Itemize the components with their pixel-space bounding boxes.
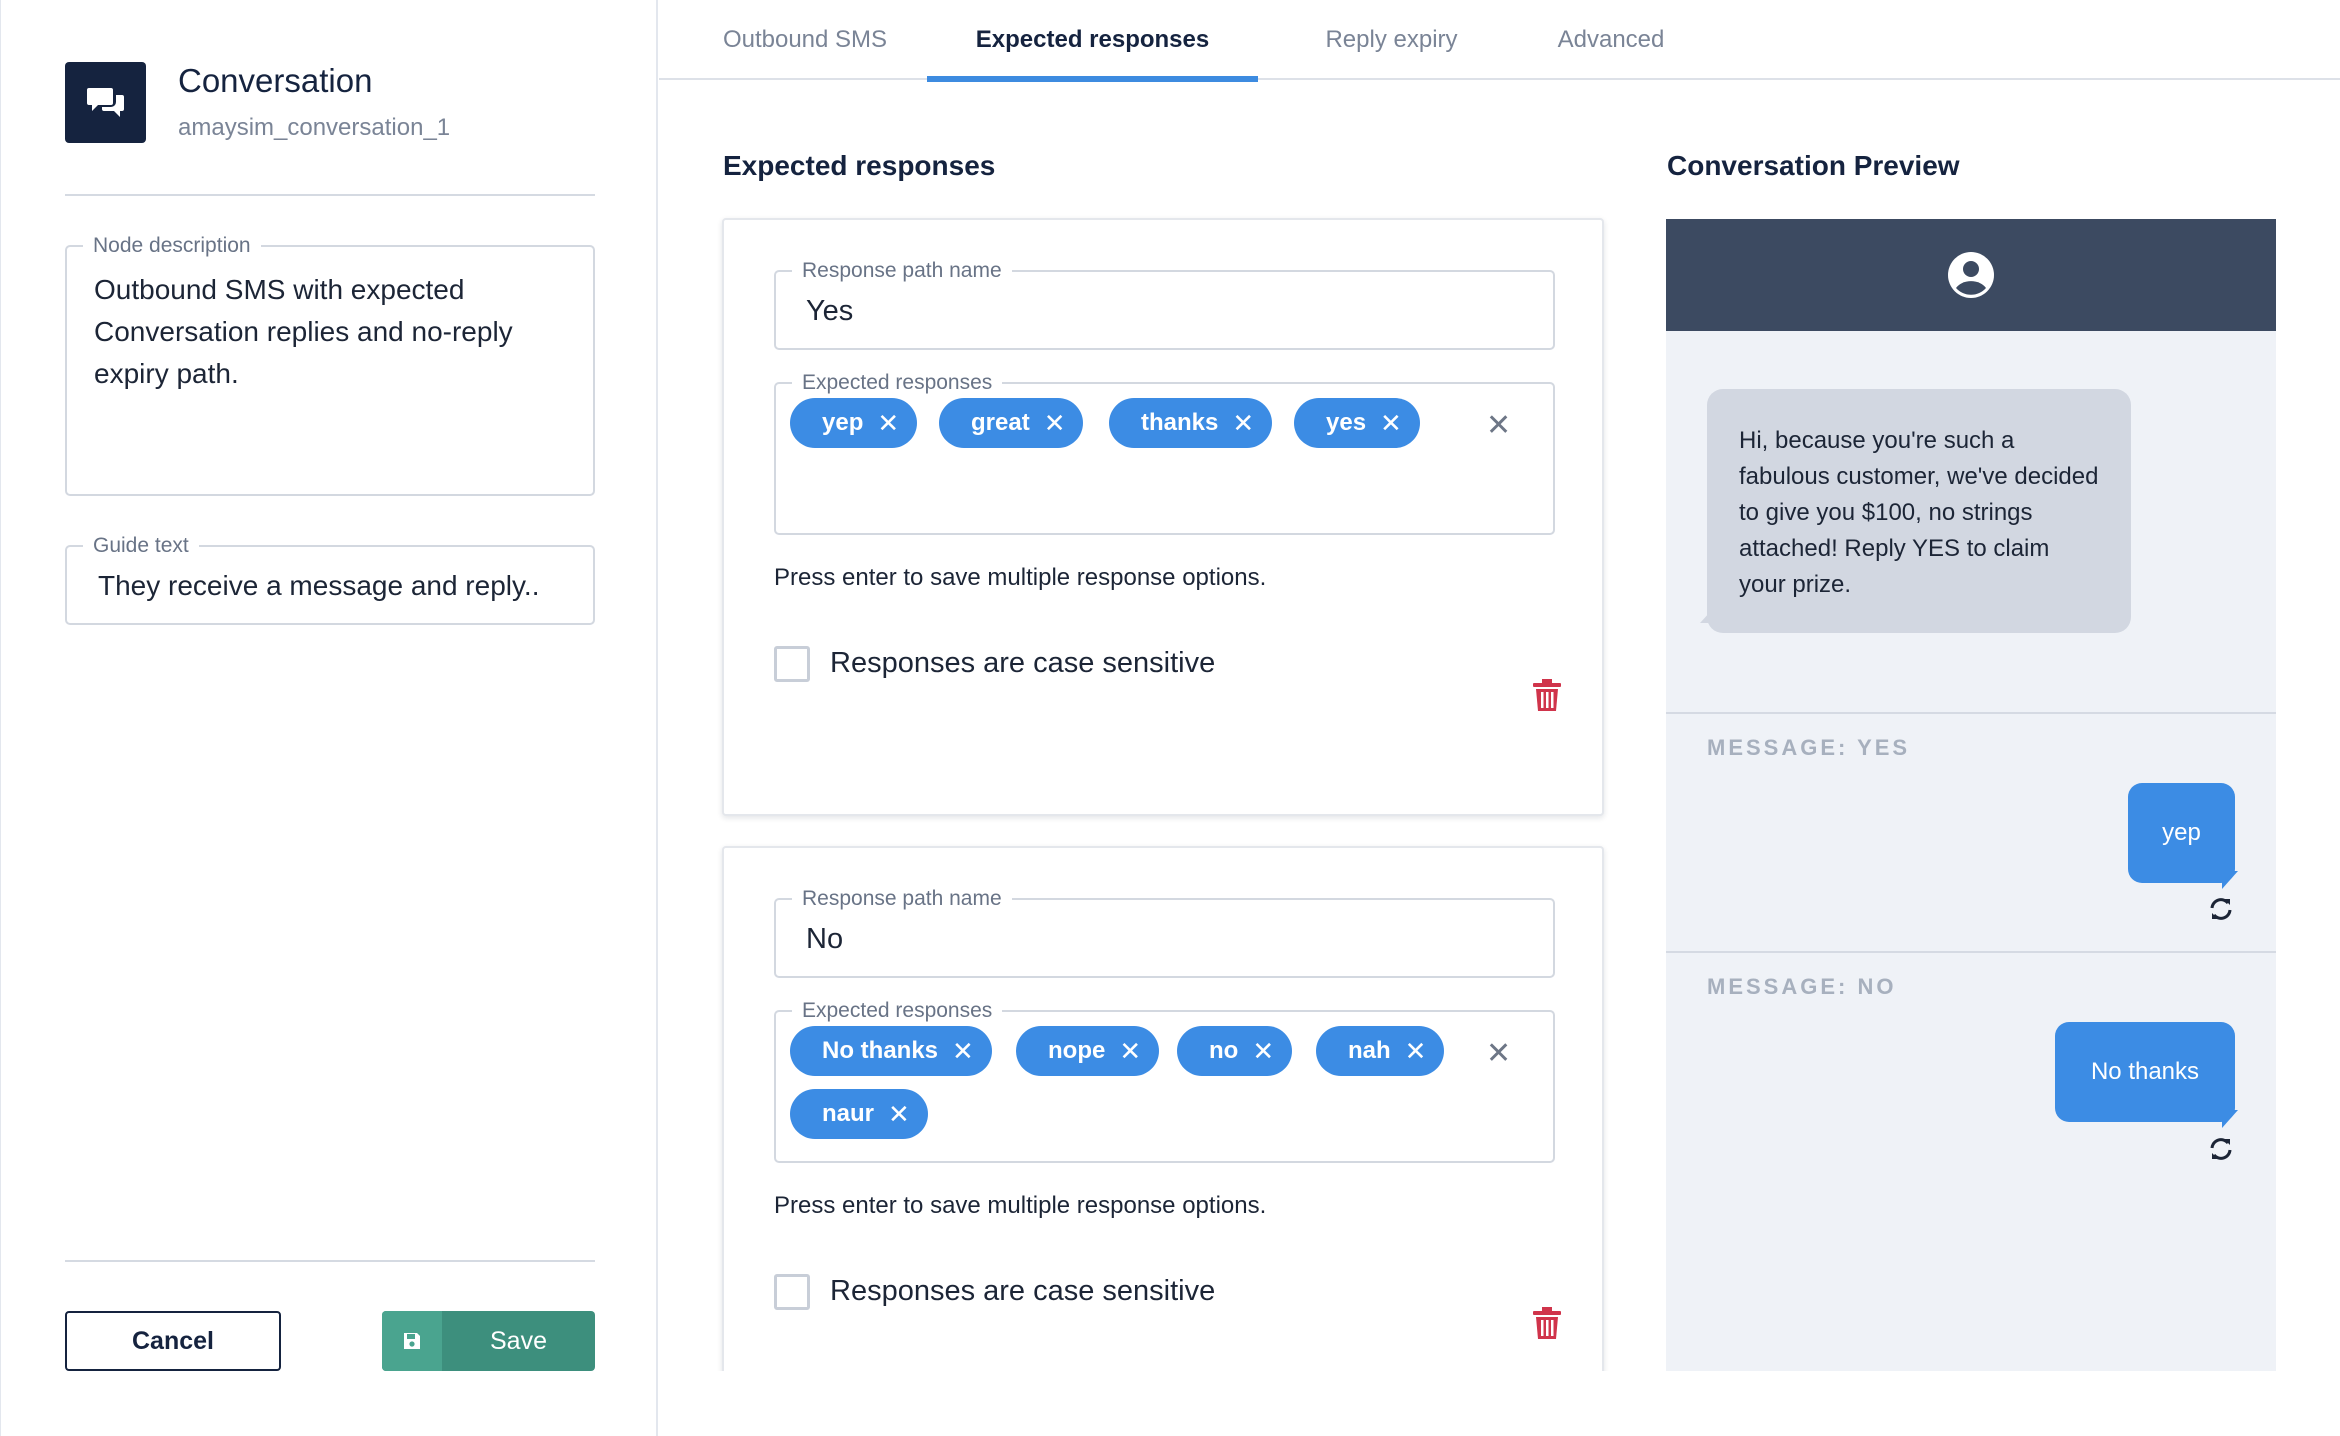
remove-chip-icon[interactable]: ✕ [1380, 410, 1402, 436]
responses-helper-text: Press enter to save multiple response op… [774, 1192, 1267, 1219]
response-chip[interactable]: no ✕ [1177, 1026, 1293, 1076]
content-fade [700, 1371, 1630, 1436]
chip-label: yes [1326, 409, 1367, 436]
tab-bar: Outbound SMS Expected responses Reply ex… [659, 0, 2340, 82]
message-yes-label: MESSAGE: YES [1707, 735, 1911, 760]
response-path-name-field[interactable]: Response path name Yes [774, 258, 1555, 350]
remove-chip-icon[interactable]: ✕ [888, 1101, 910, 1127]
outbound-message-bubble: Hi, because you're such a fabulous custo… [1707, 389, 2131, 633]
expected-responses-field[interactable]: Expected responses No thanks ✕ nope ✕ no ✕ … [774, 998, 1555, 1163]
refresh-icon[interactable] [2207, 895, 2235, 923]
response-path-name-label: Response path name [792, 258, 1012, 284]
chip-label: great [971, 409, 1030, 436]
remove-chip-icon[interactable]: ✕ [1252, 1038, 1274, 1064]
remove-chip-icon[interactable]: ✕ [952, 1038, 974, 1064]
tab-reply-expiry[interactable]: Reply expiry [1295, 0, 1488, 80]
response-chip[interactable]: nah ✕ [1316, 1026, 1445, 1076]
chip-label: yep [822, 409, 864, 436]
preview-header [1666, 219, 2276, 331]
trash-icon[interactable] [1532, 1306, 1562, 1340]
save-button-label: Save [490, 1326, 547, 1355]
node-settings-panel: Conversation amaysim_conversation_1 Node… [0, 0, 658, 1436]
divider [1666, 712, 2276, 714]
guide-text-label: Guide text [83, 533, 199, 559]
case-sensitive-checkbox[interactable] [774, 646, 810, 682]
response-path-card: Response path name Yes Expected response… [722, 218, 1604, 816]
conversation-preview: Hi, because you're such a fabulous custo… [1666, 219, 2276, 1371]
remove-chip-icon[interactable]: ✕ [1405, 1038, 1427, 1064]
expected-responses-label: Expected responses [792, 998, 1003, 1024]
reply-bubble-yes: yep [2128, 783, 2235, 883]
chat-bubbles-icon [65, 62, 146, 143]
case-sensitive-checkbox[interactable] [774, 1274, 810, 1310]
response-path-card: Response path name No Expected responses… [722, 846, 1604, 1406]
response-path-name-label: Response path name [792, 886, 1012, 912]
response-chip[interactable]: thanks ✕ [1109, 398, 1273, 448]
response-chip[interactable]: No thanks ✕ [790, 1026, 992, 1076]
remove-chip-icon[interactable]: ✕ [1232, 410, 1254, 436]
reply-bubble-no: No thanks [2055, 1022, 2235, 1122]
response-chip[interactable]: yes ✕ [1294, 398, 1420, 448]
case-sensitive-label: Responses are case sensitive [830, 1275, 1216, 1307]
user-avatar-icon [1948, 252, 1994, 298]
chip-label: thanks [1141, 409, 1219, 436]
expected-responses-field[interactable]: Expected responses yep ✕ great ✕ thanks ✕ y… [774, 370, 1555, 535]
remove-chip-icon[interactable]: ✕ [1044, 410, 1066, 436]
response-path-name-field[interactable]: Response path name No [774, 886, 1555, 978]
node-description-label: Node description [83, 233, 261, 259]
response-path-name-value[interactable]: No [806, 922, 843, 956]
save-button[interactable]: Save [382, 1311, 595, 1371]
node-description-text[interactable]: Outbound SMS with expected Conversation … [94, 269, 574, 395]
trash-icon[interactable] [1532, 678, 1562, 712]
bubble-tail [2222, 1110, 2238, 1128]
clear-responses-icon[interactable]: ✕ [1486, 408, 1511, 443]
remove-chip-icon[interactable]: ✕ [1119, 1038, 1141, 1064]
response-chip[interactable]: great ✕ [939, 398, 1084, 448]
remove-chip-icon[interactable]: ✕ [877, 410, 899, 436]
footer-divider [65, 1260, 595, 1262]
tab-expected-responses[interactable]: Expected responses [927, 0, 1258, 82]
tab-outbound-sms[interactable]: Outbound SMS [699, 0, 911, 80]
chip-label: No thanks [822, 1037, 939, 1064]
guide-text-value[interactable]: They receive a message and reply.. [98, 569, 578, 603]
refresh-icon[interactable] [2207, 1135, 2235, 1163]
response-chip[interactable]: yep ✕ [790, 398, 918, 448]
chip-label: naur [822, 1100, 875, 1127]
expected-responses-label: Expected responses [792, 370, 1003, 396]
cancel-button[interactable]: Cancel [65, 1311, 281, 1371]
responses-helper-text: Press enter to save multiple response op… [774, 564, 1267, 591]
guide-text-field[interactable]: Guide text They receive a message and re… [65, 533, 595, 625]
expected-responses-heading: Expected responses [723, 150, 996, 181]
divider [1666, 951, 2276, 953]
node-description-field[interactable]: Node description Outbound SMS with expec… [65, 233, 595, 496]
message-no-label: MESSAGE: NO [1707, 974, 1897, 999]
chip-label: nope [1048, 1037, 1106, 1064]
case-sensitive-label: Responses are case sensitive [830, 647, 1216, 679]
chip-label: no [1209, 1037, 1239, 1064]
node-title: Conversation [178, 62, 373, 99]
bubble-tail [2222, 871, 2238, 889]
node-id: amaysim_conversation_1 [178, 114, 451, 141]
floppy-disk-icon [382, 1311, 442, 1371]
response-path-name-value[interactable]: Yes [806, 294, 853, 328]
response-chip[interactable]: naur ✕ [790, 1089, 928, 1139]
tab-advanced[interactable]: Advanced [1527, 0, 1695, 80]
clear-responses-icon[interactable]: ✕ [1486, 1036, 1511, 1071]
divider [65, 194, 595, 196]
conversation-preview-heading: Conversation Preview [1667, 150, 1960, 181]
response-chip[interactable]: nope ✕ [1016, 1026, 1160, 1076]
chip-label: nah [1348, 1037, 1391, 1064]
